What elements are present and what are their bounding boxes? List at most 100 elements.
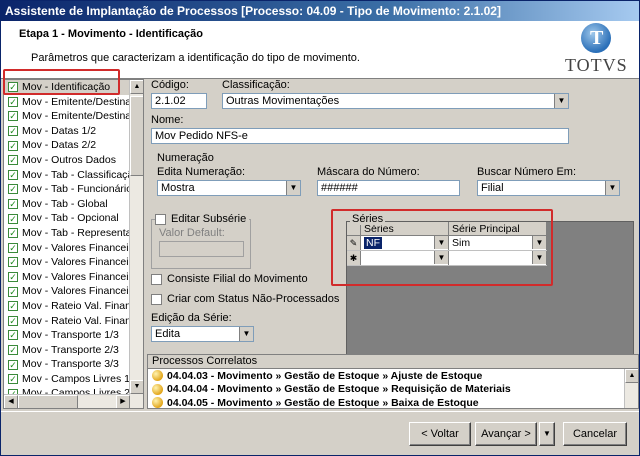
step-label: Mov - Emitente/Destinat xyxy=(22,95,130,108)
buscar-label: Buscar Número Em: xyxy=(477,166,577,178)
step-list-item[interactable]: ✓ Mov - Tab - Classificaçã xyxy=(4,168,130,183)
checkmark-icon: ✓ xyxy=(8,228,18,239)
step-list-item[interactable]: ✓ Mov - Rateio Val. Financ xyxy=(4,299,130,314)
step-list-item[interactable]: ✓ Mov - Emitente/Destinat xyxy=(4,95,130,110)
step-list-item[interactable]: ✓ Mov - Tab - Global xyxy=(4,197,130,212)
checkmark-icon: ✓ xyxy=(8,184,18,195)
step-list-item[interactable]: ✓ Mov - Datas 1/2 xyxy=(4,124,130,139)
classificacao-label: Classificação: xyxy=(222,79,290,91)
scroll-right-icon[interactable]: ▶ xyxy=(116,395,130,408)
checkmark-icon: ✓ xyxy=(8,169,18,180)
checkmark-icon: ✓ xyxy=(8,242,18,253)
related-process-item[interactable]: 04.04.05 - Movimento » Gestão de Estoque… xyxy=(148,396,638,408)
checkmark-icon: ✓ xyxy=(8,359,18,370)
next-dropdown-icon[interactable]: ▼ xyxy=(539,422,555,446)
cancel-button[interactable]: Cancelar xyxy=(563,422,627,446)
step-list-item[interactable]: ✓ Mov - Tab - Opcional xyxy=(4,211,130,226)
step-label: Mov - Rateio Val. Financ xyxy=(22,314,130,327)
edicao-serie-select[interactable]: Edita ▼ xyxy=(151,326,254,342)
step-list-item[interactable]: ✓ Mov - Campos Livres 1/2 xyxy=(4,372,130,387)
criar-status-checkbox[interactable]: Criar com Status Não-Processados xyxy=(151,293,339,305)
scroll-up-icon[interactable]: ▲ xyxy=(625,369,638,383)
step-list-item[interactable]: ✓ Mov - Tab - Representar xyxy=(4,226,130,241)
hscroll-thumb[interactable] xyxy=(18,395,78,408)
mascara-label: Máscara do Número: xyxy=(317,166,420,178)
checkbox-icon[interactable] xyxy=(155,213,166,225)
step-label: Mov - Valores Financeiro xyxy=(22,241,130,254)
mascara-field[interactable]: ###### xyxy=(317,180,460,196)
step-list-item[interactable]: ✓ Mov - Valores Financeiro xyxy=(4,270,130,285)
nome-field[interactable]: Mov Pedido NFS-e xyxy=(151,128,569,144)
checkmark-icon: ✓ xyxy=(8,301,18,312)
step-label: Mov - Tab - Classificaçã xyxy=(22,168,130,181)
step-list-item[interactable]: ✓ Mov - Valores Financeiro xyxy=(4,284,130,299)
step-list-items: ✓ Mov - Identificação ✓ Mov - Emitente/Dest… xyxy=(4,80,130,401)
scroll-up-icon[interactable]: ▲ xyxy=(130,80,143,94)
totvs-logo: T TOTVS xyxy=(563,23,633,77)
edita-numeracao-value: Mostra xyxy=(161,182,195,194)
step-label: Mov - Valores Financeiro xyxy=(22,256,130,269)
codigo-label: Código: xyxy=(151,79,189,91)
step-list[interactable]: ✓ Mov - Identificação ✓ Mov - Emitente/Dest… xyxy=(3,79,144,409)
related-processes-title: Processos Correlatos xyxy=(148,355,638,369)
next-button[interactable]: Avançar > xyxy=(475,422,537,446)
checkmark-icon: ✓ xyxy=(8,199,18,210)
checkmark-icon: ✓ xyxy=(8,213,18,224)
scroll-thumb[interactable] xyxy=(130,96,143,176)
step-label: Mov - Valores Financeiro xyxy=(22,270,130,283)
step-label: Mov - Tab - Representar xyxy=(22,226,130,239)
back-button[interactable]: < Voltar xyxy=(409,422,471,446)
step-label: Mov - Emitente/Destinat xyxy=(22,110,130,123)
checkmark-icon: ✓ xyxy=(8,315,18,326)
checkmark-icon: ✓ xyxy=(8,96,18,107)
buscar-select[interactable]: Filial ▼ xyxy=(477,180,620,196)
step-label: Mov - Tab - Global xyxy=(22,197,108,210)
step-label: Mov - Transporte 3/3 xyxy=(22,358,119,371)
step-list-item[interactable]: ✓ Mov - Transporte 2/3 xyxy=(4,343,130,358)
step-list-item[interactable]: ✓ Mov - Valores Financeiro xyxy=(4,241,130,256)
edita-numeracao-select[interactable]: Mostra ▼ xyxy=(157,180,301,196)
logo-t-icon: T xyxy=(590,27,604,49)
step-list-item[interactable]: ✓ Mov - Datas 2/2 xyxy=(4,138,130,153)
logo-text: TOTVS xyxy=(565,55,628,75)
chevron-down-icon[interactable]: ▼ xyxy=(605,181,619,195)
chevron-down-icon[interactable]: ▼ xyxy=(554,94,568,108)
editar-subserie-checkbox[interactable]: Editar Subsérie xyxy=(155,213,250,225)
chevron-down-icon[interactable]: ▼ xyxy=(286,181,300,195)
related-process-item[interactable]: 04.04.04 - Movimento » Gestão de Estoque… xyxy=(148,383,638,397)
step-list-item[interactable]: ✓ Mov - Outros Dados xyxy=(4,153,130,168)
step-label: Mov - Valores Financeiro xyxy=(22,285,130,298)
scroll-down-icon[interactable]: ▼ xyxy=(130,380,143,394)
checkbox-icon[interactable] xyxy=(151,273,162,285)
criar-status-label: Criar com Status Não-Processados xyxy=(167,293,340,305)
codigo-field[interactable]: 2.1.02 xyxy=(151,93,207,109)
valor-default-field xyxy=(159,241,244,257)
step-list-item[interactable]: ✓ Mov - Valores Financeiro xyxy=(4,255,130,270)
process-icon xyxy=(152,397,163,408)
related-processes-scrollbar[interactable]: ▲ xyxy=(624,369,638,408)
step-list-horizontal-scrollbar[interactable]: ◀ ▶ xyxy=(4,394,130,408)
step-list-vertical-scrollbar[interactable]: ▲ ▼ xyxy=(129,80,143,408)
step-label: Mov - Outros Dados xyxy=(22,153,116,166)
consiste-filial-checkbox[interactable]: Consiste Filial do Movimento xyxy=(151,273,308,285)
related-process-item[interactable]: 04.04.03 - Movimento » Gestão de Estoque… xyxy=(148,369,638,383)
checkmark-icon: ✓ xyxy=(8,111,18,122)
step-list-item[interactable]: ✓ Mov - Transporte 3/3 xyxy=(4,357,130,372)
classificacao-select[interactable]: Outras Movimentações ▼ xyxy=(222,93,569,109)
edicao-serie-value: Edita xyxy=(155,328,181,340)
chevron-down-icon[interactable]: ▼ xyxy=(239,327,253,341)
checkbox-icon[interactable] xyxy=(151,293,162,305)
step-list-item[interactable]: ✓ Mov - Tab - Funcionário xyxy=(4,182,130,197)
consiste-filial-label: Consiste Filial do Movimento xyxy=(167,273,308,285)
scroll-left-icon[interactable]: ◀ xyxy=(4,395,18,408)
edita-numeracao-label: Edita Numeração: xyxy=(157,166,246,178)
step-list-item[interactable]: ✓ Mov - Rateio Val. Financ xyxy=(4,314,130,329)
process-icon xyxy=(152,383,163,395)
edicao-serie-label: Edição da Série: xyxy=(151,312,232,324)
related-processes-panel: Processos Correlatos 04.04.03 - Moviment… xyxy=(147,354,639,409)
step-list-item[interactable]: ✓ Mov - Transporte 1/3 xyxy=(4,328,130,343)
step-list-item[interactable]: ✓ Mov - Emitente/Destinat xyxy=(4,109,130,124)
checkmark-icon: ✓ xyxy=(8,344,18,355)
classificacao-value: Outras Movimentações xyxy=(226,95,340,107)
window-title: Assistente de Implantação de Processos [… xyxy=(1,1,639,21)
